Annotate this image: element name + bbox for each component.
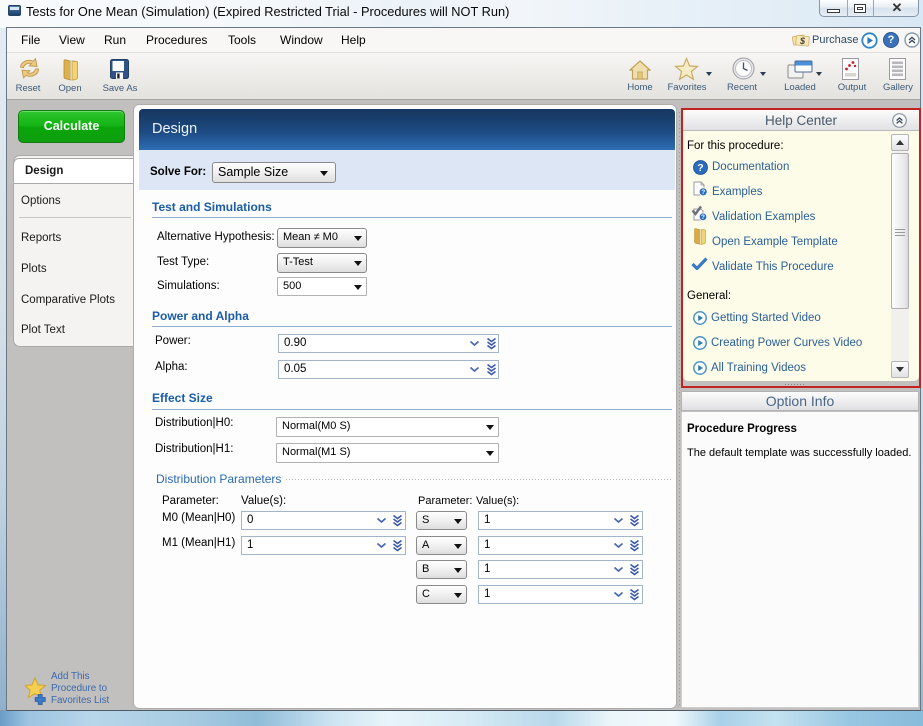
svg-text:?: ?	[701, 214, 705, 221]
svg-text:?: ?	[701, 189, 705, 196]
svg-text:$: $	[799, 36, 806, 46]
svg-text:?: ?	[697, 162, 703, 174]
